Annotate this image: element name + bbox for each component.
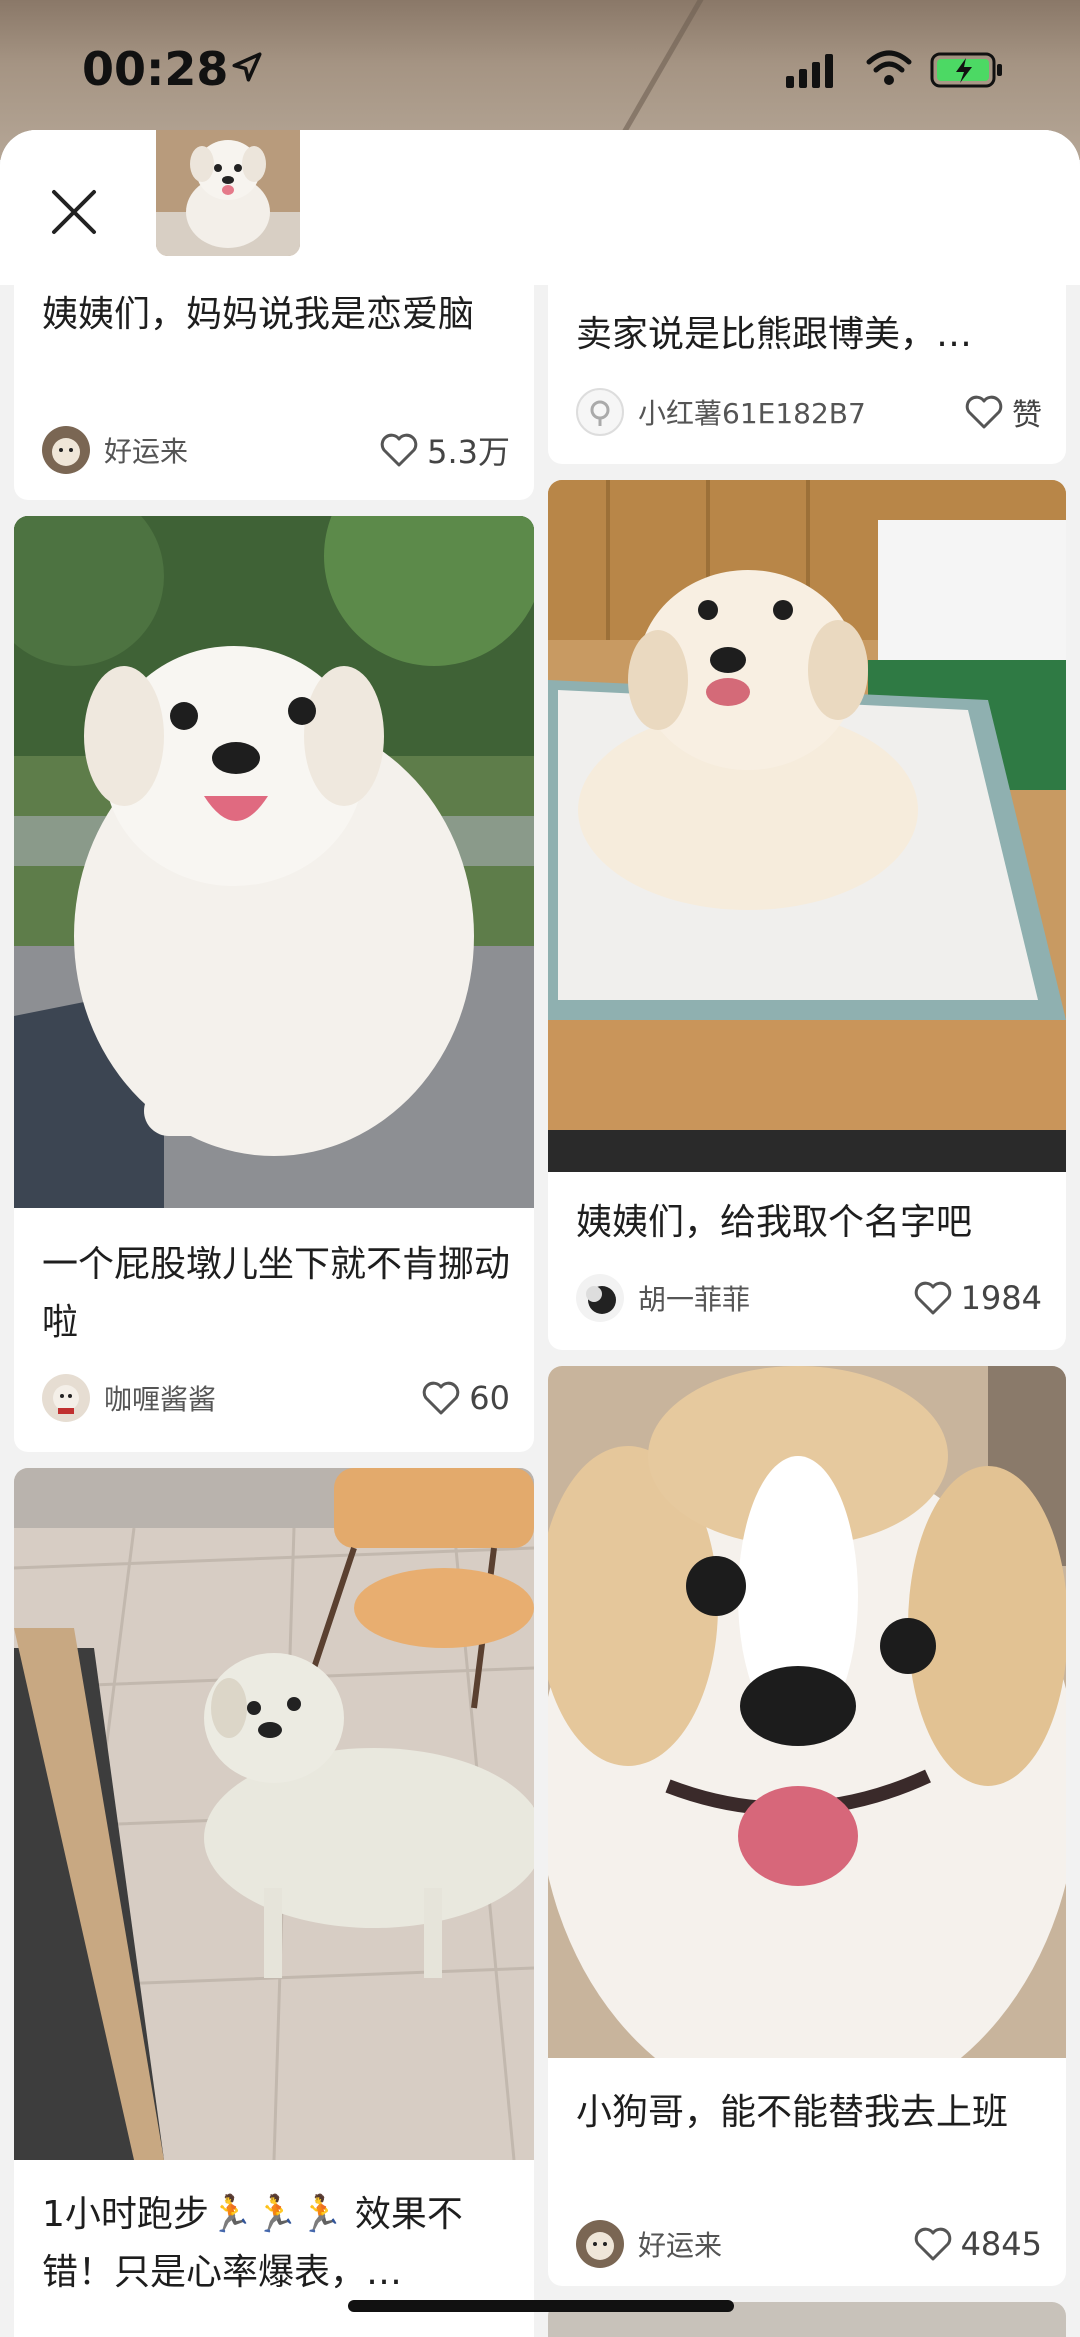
author-name[interactable]: 小红薯61E182B7 bbox=[638, 392, 964, 432]
author-name[interactable]: 咖喱酱酱 bbox=[104, 1378, 421, 1418]
like-count: 4845 bbox=[960, 2225, 1042, 2263]
note-card[interactable]: 一个屁股墩儿坐下就不肯挪动啦 咖喱酱酱 60 bbox=[14, 516, 534, 1452]
like-count: 5.3万 bbox=[427, 433, 510, 471]
note-cover-image bbox=[14, 1468, 534, 2160]
wifi-icon bbox=[866, 50, 912, 85]
avatar[interactable] bbox=[42, 1374, 90, 1422]
note-meta: 咖喱酱酱 60 bbox=[42, 1372, 510, 1424]
like-button[interactable]: 4845 bbox=[913, 2225, 1042, 2263]
heart-icon bbox=[380, 433, 418, 467]
feed-sheet: 姨姨们，妈妈说我是恋爱脑 好运来 5.3万 一个屁股墩儿坐下就不肯挪动啦 咖喱酱… bbox=[0, 130, 1080, 2337]
note-card[interactable]: 姨姨们，给我取个名字吧 胡一菲菲 1984 bbox=[548, 480, 1066, 1350]
heart-icon bbox=[965, 395, 1003, 429]
note-title: 姨姨们，妈妈说我是恋爱脑 bbox=[42, 294, 475, 335]
location-arrow-icon bbox=[232, 52, 262, 82]
signal-bars-icon bbox=[786, 54, 833, 88]
note-title: 一个屁股墩儿坐下就不肯挪动啦 bbox=[42, 1244, 511, 1343]
clock: 00:28 bbox=[82, 42, 229, 96]
like-button[interactable]: 60 bbox=[421, 1379, 510, 1417]
close-icon[interactable] bbox=[46, 184, 102, 240]
like-button[interactable]: 赞 bbox=[964, 390, 1042, 434]
note-card[interactable]: 小狗哥，能不能替我去上班 好运来 4845 bbox=[548, 1366, 1066, 2286]
note-meta: 好运来 4845 bbox=[576, 2218, 1042, 2270]
note-title: 卖家说是比熊跟博美，… bbox=[576, 314, 973, 355]
heart-icon bbox=[423, 1381, 460, 1415]
like-button[interactable]: 1984 bbox=[913, 1279, 1042, 1317]
note-meta: 小红薯61E182B7 赞 bbox=[576, 386, 1042, 438]
sheet-header bbox=[0, 130, 1080, 285]
author-name[interactable]: 胡一菲菲 bbox=[638, 1278, 913, 1318]
note-cover-image bbox=[548, 480, 1066, 1172]
status-bar: 00:28 bbox=[0, 0, 1080, 130]
like-count: 60 bbox=[469, 1379, 510, 1417]
battery-charging-icon bbox=[930, 52, 1002, 88]
note-cover-image bbox=[548, 1366, 1066, 2058]
note-meta: 胡一菲菲 1984 bbox=[576, 1272, 1042, 1324]
home-indicator[interactable] bbox=[348, 2300, 734, 2312]
note-meta: 好运来 5.3万 bbox=[42, 424, 510, 476]
note-card[interactable]: 1小时跑步🏃🏃🏃 效果不错！只是心率爆表，… bbox=[14, 1468, 534, 2337]
heart-icon bbox=[914, 2227, 951, 2261]
note-cover-image bbox=[14, 516, 534, 1208]
like-button[interactable]: 5.3万 bbox=[379, 427, 510, 473]
note-title: 姨姨们，给我取个名字吧 bbox=[576, 1202, 973, 1243]
avatar[interactable] bbox=[576, 388, 624, 436]
like-count: 赞 bbox=[1012, 398, 1042, 433]
avatar[interactable] bbox=[576, 2220, 624, 2268]
avatar[interactable] bbox=[576, 1274, 624, 1322]
note-title: 小狗哥，能不能替我去上班 bbox=[576, 2092, 1009, 2133]
like-count: 1984 bbox=[960, 1279, 1042, 1317]
heart-icon bbox=[914, 1281, 951, 1315]
author-name[interactable]: 好运来 bbox=[104, 430, 379, 470]
author-name[interactable]: 好运来 bbox=[638, 2224, 913, 2264]
note-title: 1小时跑步🏃🏃🏃 效果不错！只是心率爆表，… bbox=[42, 2194, 463, 2293]
selected-image-thumbnail[interactable] bbox=[152, 130, 304, 260]
avatar[interactable] bbox=[42, 426, 90, 474]
